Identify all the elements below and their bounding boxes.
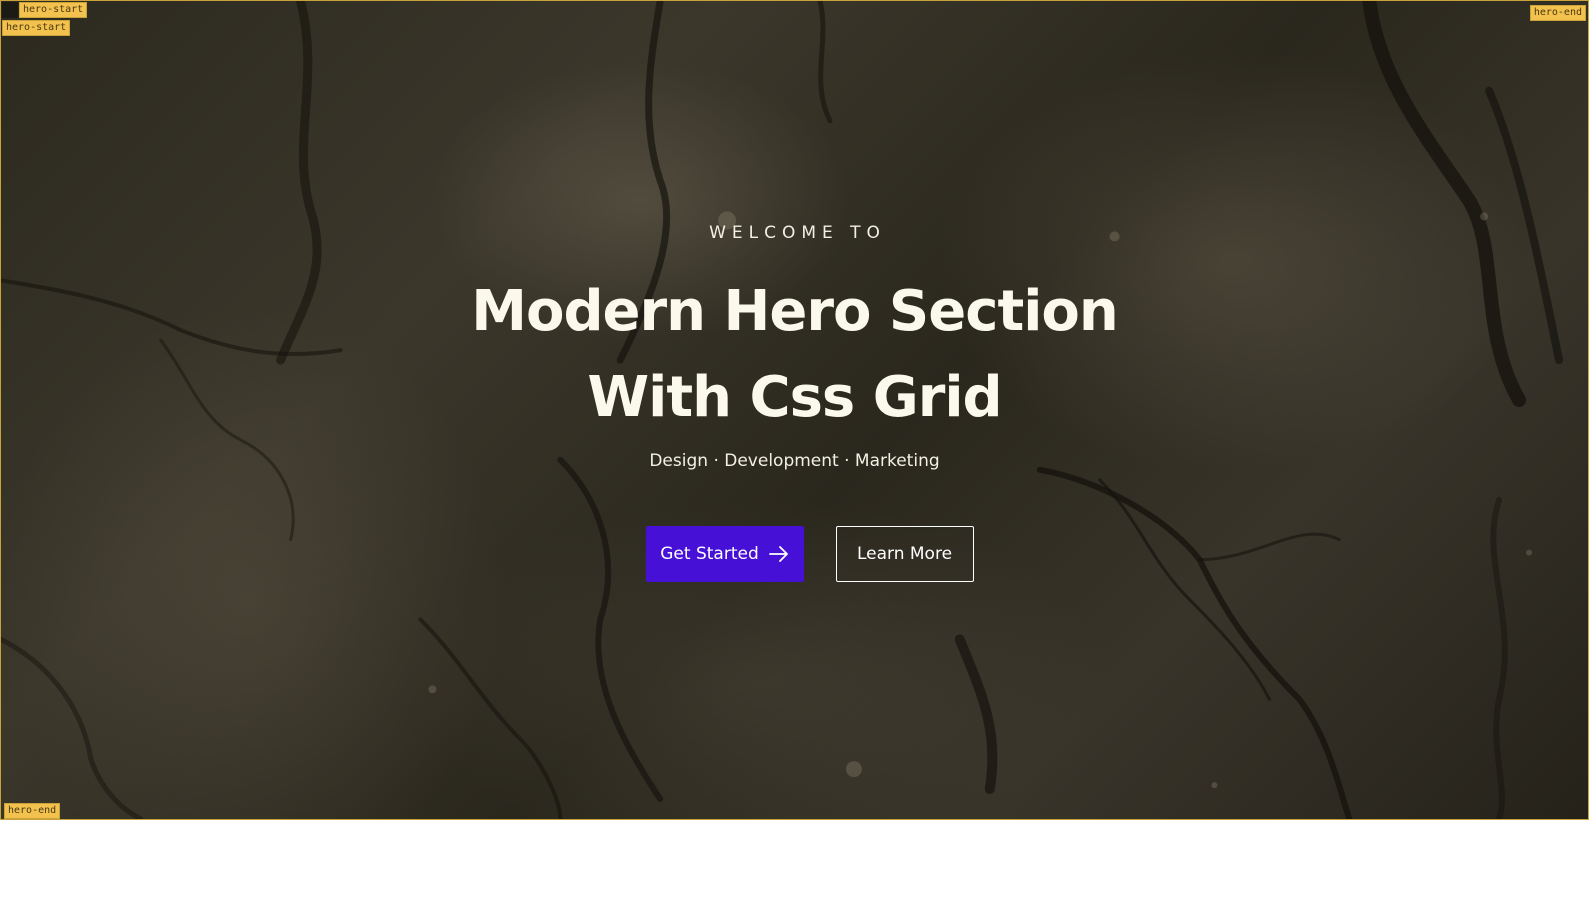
hero-title-line-2: With Css Grid (587, 365, 1002, 430)
hero-eyebrow: WELCOME TO (709, 223, 886, 243)
hero-title: Modern Hero Section With Css Grid (1, 269, 1588, 441)
grid-corner-marker (2, 2, 18, 18)
hero-subtitle: Design · Development · Marketing (649, 451, 940, 471)
learn-more-label: Learn More (856, 544, 953, 564)
get-started-label: Get Started (660, 544, 759, 564)
hero-content: WELCOME TO Modern Hero Section With Css … (1, 223, 1588, 582)
arrow-right-icon (768, 546, 789, 562)
hero-actions: Get Started Learn More (1, 526, 1588, 582)
hero-section: hero-start hero-start hero-end hero-end … (0, 0, 1589, 820)
hero-title-line-1: Modern Hero Section (471, 279, 1118, 344)
grid-label-row-end: hero-end (4, 803, 61, 819)
grid-label-row-start: hero-start (19, 2, 88, 18)
learn-more-button[interactable]: Learn More (835, 526, 974, 582)
grid-label-column-end: hero-end (1529, 5, 1586, 21)
grid-label-column-start: hero-start (2, 20, 71, 36)
get-started-button[interactable]: Get Started (645, 526, 804, 582)
